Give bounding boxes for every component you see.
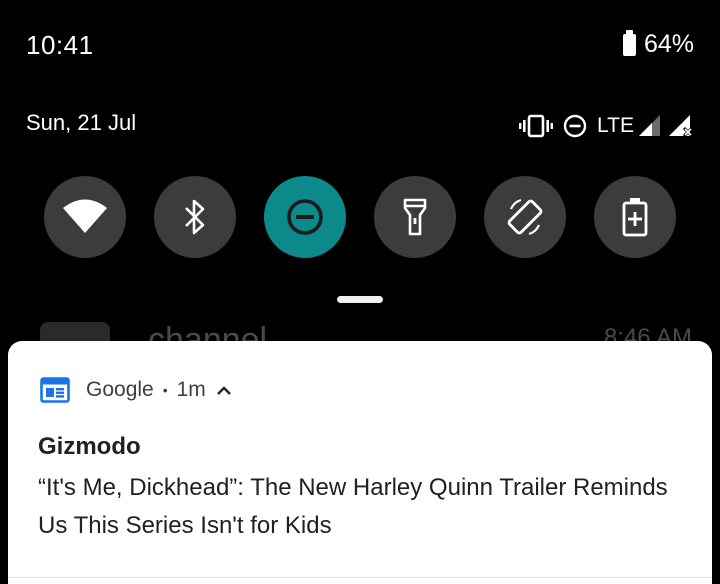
header-separator: •	[162, 382, 168, 398]
signal-strength-icon	[639, 115, 660, 136]
drag-handle[interactable]	[337, 296, 383, 303]
notification-time: 1m	[176, 378, 206, 401]
system-icons: LTE	[519, 112, 694, 140]
battery-icon	[622, 29, 636, 56]
do-not-disturb-status-icon	[563, 114, 587, 138]
battery-percent: 64%	[643, 30, 694, 58]
google-news-app-icon	[40, 377, 70, 403]
card-divider	[8, 577, 712, 578]
battery-saver-icon	[622, 198, 648, 237]
battery-saver-tile[interactable]	[594, 176, 676, 258]
wifi-tile[interactable]	[44, 176, 126, 258]
signal-no-sim-icon	[669, 115, 694, 138]
do-not-disturb-tile[interactable]	[264, 176, 346, 258]
network-type-label: LTE	[597, 114, 634, 137]
notification-card[interactable]: Google • 1m Gizmodo “It's Me, Dickhead”:…	[8, 341, 712, 584]
flashlight-tile[interactable]	[374, 176, 456, 258]
auto-rotate-tile[interactable]	[484, 176, 566, 258]
battery-status: 64%	[622, 29, 694, 59]
wifi-icon	[63, 199, 107, 233]
background-notification-title: channel	[148, 321, 268, 342]
notification-body: “It's Me, Dickhead”: The New Harley Quin…	[38, 474, 668, 539]
chevron-up-icon[interactable]	[216, 384, 232, 396]
do-not-disturb-icon	[287, 199, 323, 235]
bluetooth-icon	[185, 199, 205, 235]
notification-title: Gizmodo	[38, 433, 141, 460]
bluetooth-tile[interactable]	[154, 176, 236, 258]
date-label[interactable]: Sun, 21 Jul	[26, 110, 136, 136]
vibrate-icon	[519, 114, 554, 138]
quick-settings-tiles	[44, 176, 676, 258]
notification-shade: 10:41 64% Sun, 21 Jul LTE channel 8:46 A…	[0, 0, 720, 584]
background-notification-time: 8:46 AM	[603, 324, 692, 342]
notification-header: Google • 1m	[40, 375, 232, 405]
status-time: 10:41	[26, 30, 94, 60]
auto-rotate-icon	[507, 198, 543, 236]
notification-app-name: Google	[86, 378, 154, 401]
flashlight-icon	[403, 198, 427, 236]
